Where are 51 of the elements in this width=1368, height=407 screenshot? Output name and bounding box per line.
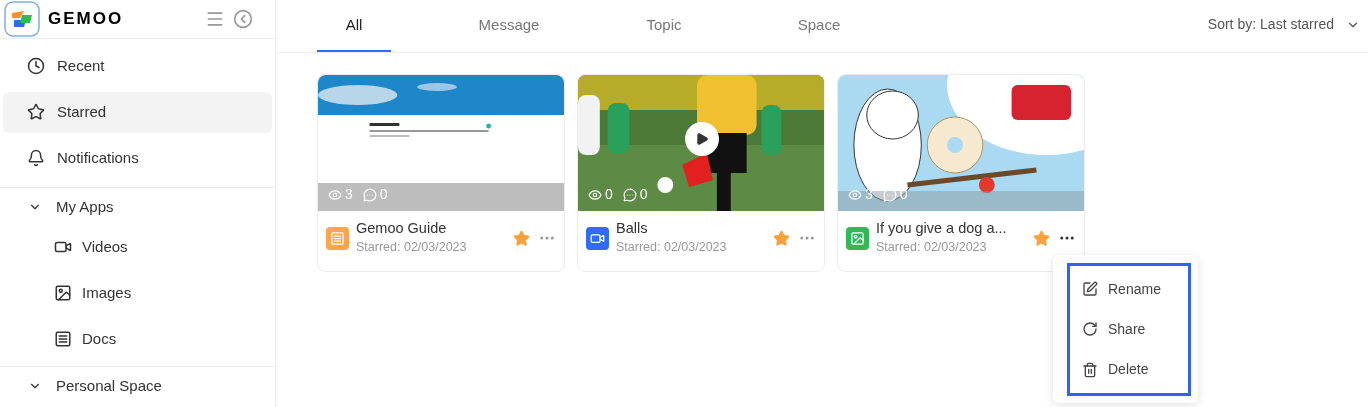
tab[interactable]: Message bbox=[472, 0, 546, 52]
sidebar-group[interactable]: Personal Space bbox=[0, 369, 275, 403]
comment-icon bbox=[362, 187, 377, 202]
comment-count: 0 bbox=[379, 185, 388, 204]
edit-icon bbox=[1082, 281, 1098, 298]
eye-icon bbox=[328, 187, 342, 202]
menu-item[interactable]: Rename bbox=[1070, 278, 1188, 300]
file-card[interactable]: 3 0 Gemoo Guide Starred: 02/03/2023 bbox=[317, 74, 565, 272]
file-title: Balls bbox=[616, 219, 649, 238]
view-count: 0 bbox=[605, 185, 613, 204]
star-icon[interactable] bbox=[1033, 229, 1050, 247]
comment-count: 0 bbox=[639, 185, 648, 204]
star-icon[interactable] bbox=[513, 229, 530, 247]
menu-icon[interactable] bbox=[205, 9, 225, 29]
brand-name: GEMOO bbox=[48, 8, 124, 31]
tab[interactable]: All bbox=[317, 0, 391, 52]
share-icon bbox=[1082, 321, 1098, 338]
clock-icon bbox=[27, 57, 45, 75]
star-icon[interactable] bbox=[773, 229, 790, 247]
view-count: 3 bbox=[345, 185, 353, 204]
video-type-icon bbox=[586, 226, 609, 250]
bell-icon bbox=[27, 149, 45, 167]
file-card[interactable]: 0 0 Balls Starred: 02/03/2023 bbox=[577, 74, 825, 272]
menu-item[interactable]: Delete bbox=[1070, 359, 1188, 381]
star-icon bbox=[27, 103, 45, 121]
image-icon bbox=[54, 284, 72, 302]
sidebar-item[interactable]: Images bbox=[0, 270, 275, 316]
starred-date: Starred: 02/03/2023 bbox=[616, 239, 727, 256]
file-title: Gemoo Guide bbox=[356, 219, 448, 238]
tab[interactable]: Topic bbox=[627, 0, 701, 52]
sidebar-item[interactable]: Notifications bbox=[3, 137, 272, 179]
eye-icon bbox=[588, 187, 602, 202]
sort-dropdown[interactable]: Sort by: Last starred bbox=[1207, 0, 1360, 52]
menu-item[interactable]: Share bbox=[1070, 319, 1188, 340]
play-icon bbox=[695, 132, 709, 146]
eye-icon bbox=[848, 187, 862, 202]
comment-icon bbox=[622, 187, 637, 202]
sidebar-group[interactable]: My Apps bbox=[0, 190, 275, 224]
collapse-icon[interactable] bbox=[233, 9, 253, 29]
sidebar-item[interactable]: Videos bbox=[0, 224, 275, 270]
image-type-icon bbox=[846, 226, 869, 250]
trash-icon bbox=[1082, 361, 1098, 378]
sidebar-item[interactable]: Starred bbox=[3, 91, 272, 133]
file-title: If you give a dog a... bbox=[876, 219, 1007, 238]
doc-type-icon bbox=[326, 226, 349, 250]
sidebar-item[interactable]: Recent bbox=[3, 45, 272, 87]
starred-date: Starred: 02/03/2023 bbox=[876, 239, 988, 256]
document-icon bbox=[54, 330, 72, 348]
tab[interactable]: Space bbox=[782, 0, 856, 52]
starred-date: Starred: 02/03/2023 bbox=[356, 239, 467, 256]
sidebar-item[interactable]: Docs bbox=[0, 316, 275, 362]
